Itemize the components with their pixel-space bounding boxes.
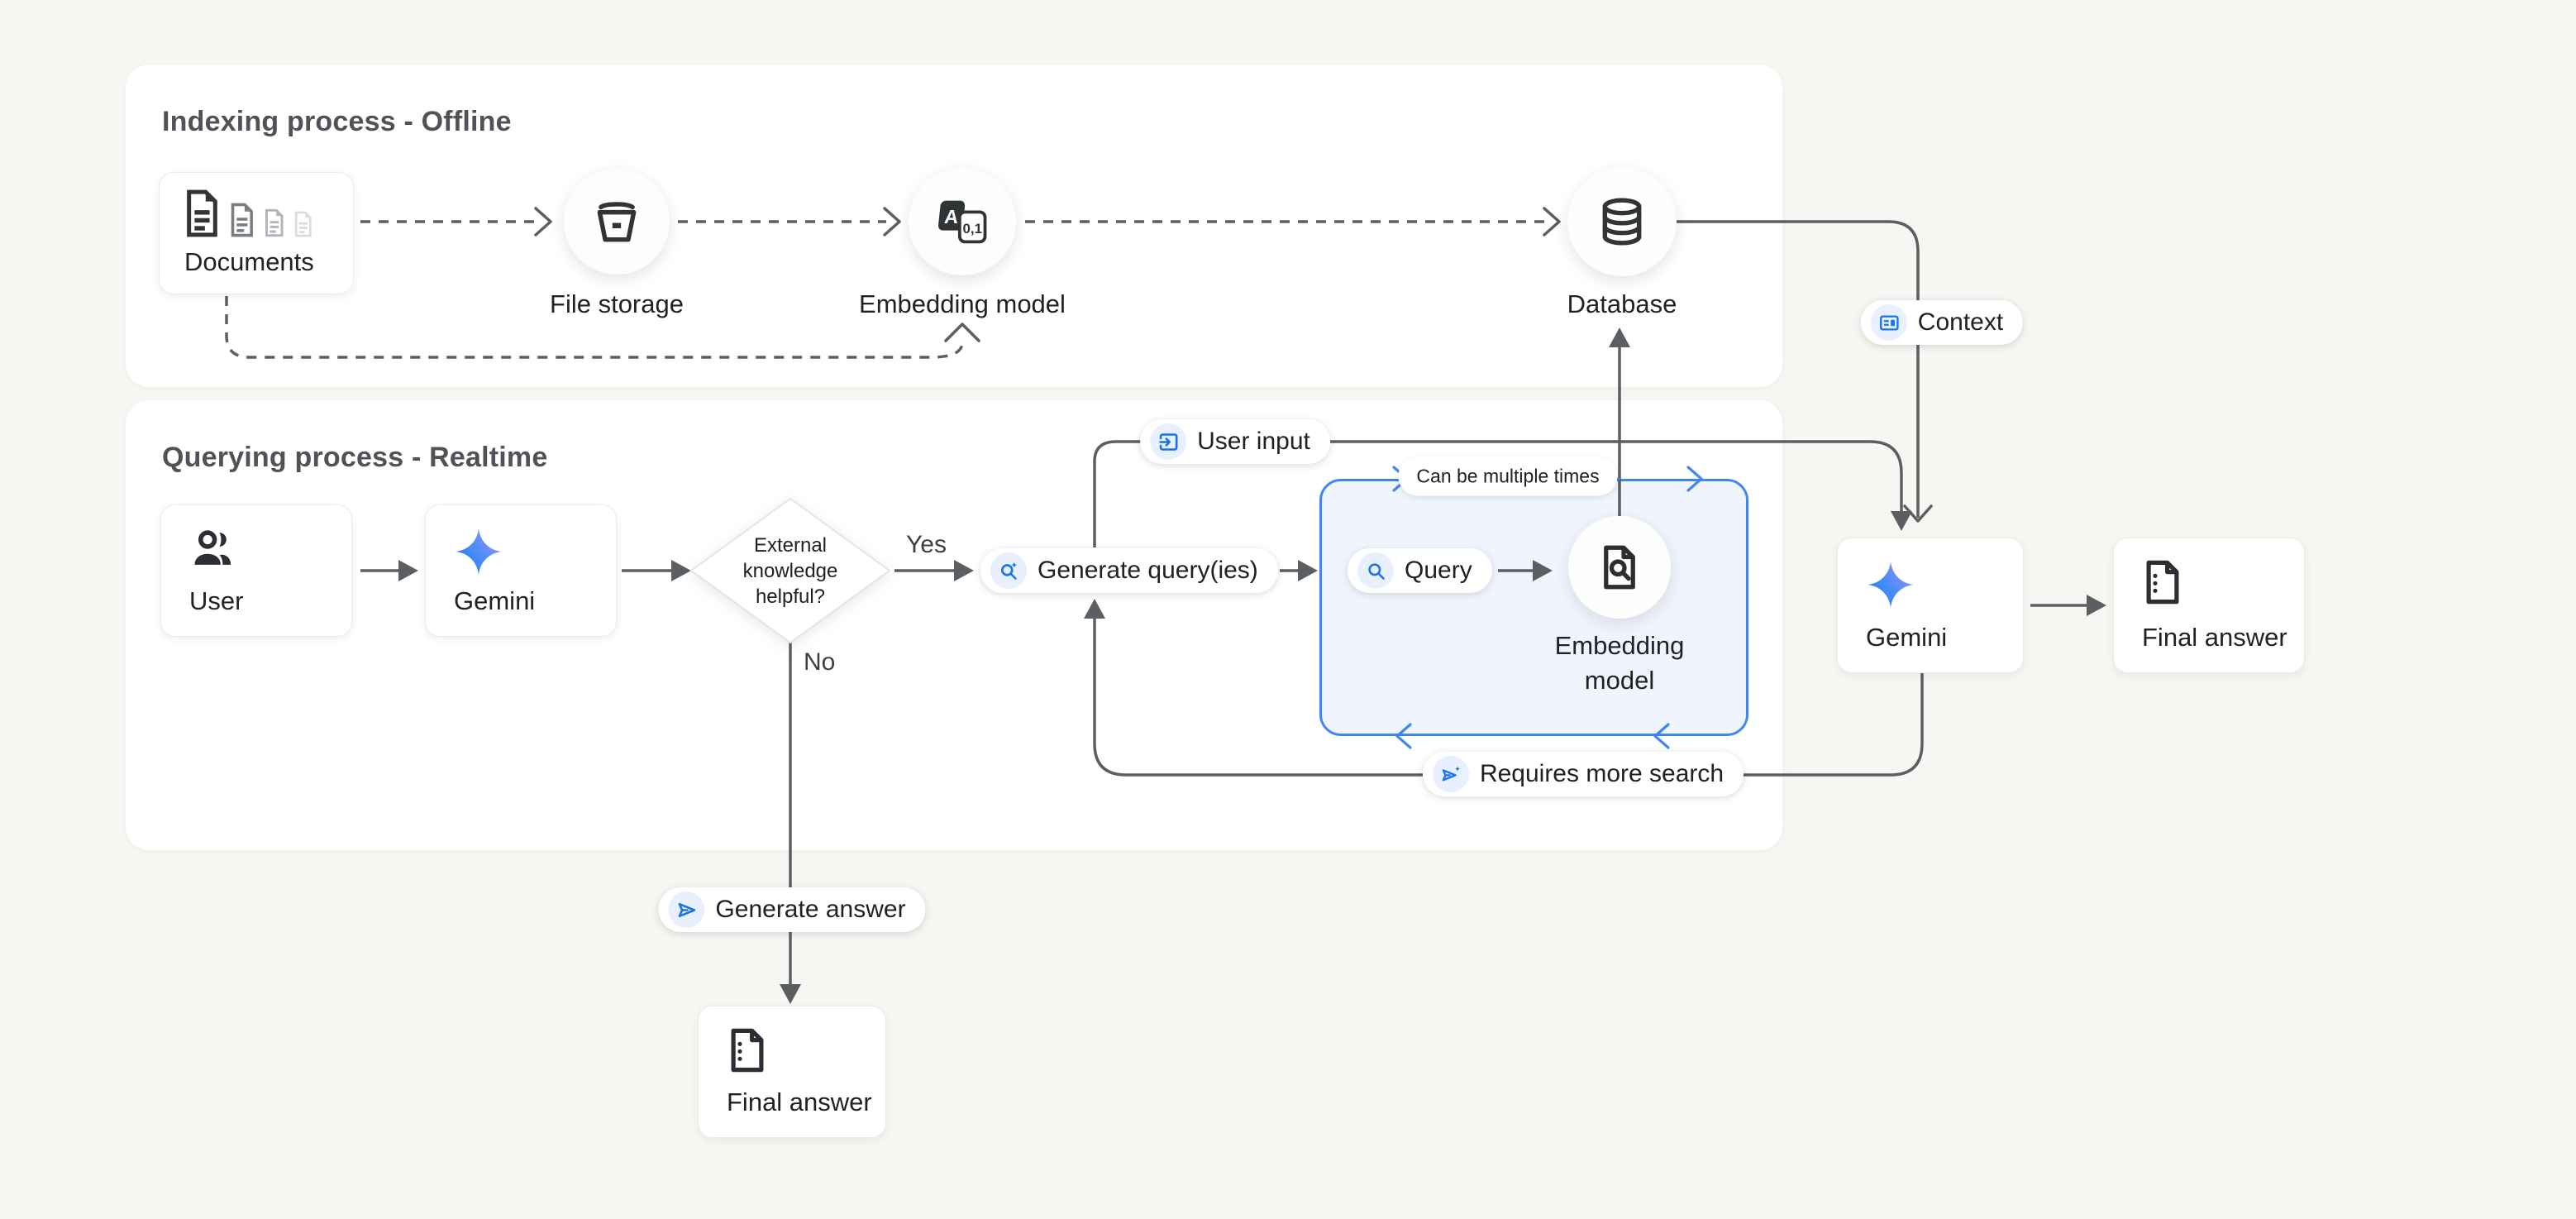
chevron-arrowheads [1905, 506, 1931, 521]
embedding-model-icon: A 0,1 [933, 196, 992, 247]
requires-more-search-label: Requires more search [1480, 760, 1724, 788]
gemini-icon [1866, 560, 1915, 614]
send-icon [668, 892, 704, 928]
loop-embedding-model-label: Embedding model [1541, 629, 1698, 698]
svg-text:A: A [943, 206, 960, 227]
documents-label: Documents [184, 247, 314, 277]
file-storage-node [564, 169, 670, 275]
final-answer-icon [727, 1028, 768, 1077]
final-answer-bottom-label: Final answer [727, 1088, 872, 1117]
user-icon [189, 527, 236, 574]
search-spark-icon [990, 552, 1027, 589]
documents-node: Documents [159, 172, 354, 294]
documents-icon [183, 189, 313, 237]
rag-architecture-diagram: Indexing process - Offline Querying proc… [0, 0, 2576, 1219]
requires-more-search-badge: Requires more search [1423, 752, 1744, 796]
generate-answer-label: Generate answer [715, 896, 905, 924]
can-be-multiple-times-label: Can be multiple times [1398, 457, 1617, 496]
no-label: No [804, 648, 835, 676]
gemini-node: Gemini [425, 504, 617, 637]
indexing-panel-title: Indexing process - Offline [162, 106, 512, 138]
decision-text: External knowledge helpful? [683, 492, 898, 649]
user-label: User [189, 586, 243, 616]
final-answer-right-node: Final answer [2113, 538, 2305, 673]
database-label: Database [1498, 289, 1746, 319]
user-input-badge-label: User input [1197, 428, 1310, 456]
final-answer-right-label: Final answer [2142, 623, 2287, 653]
search-icon [1357, 552, 1394, 589]
svg-text:0,1: 0,1 [963, 221, 983, 237]
user-node: User [160, 504, 352, 637]
generate-queries-label: Generate query(ies) [1038, 557, 1258, 585]
gemini-label: Gemini [454, 586, 535, 616]
gemini-final-label: Gemini [1866, 623, 1947, 653]
database-node [1567, 167, 1677, 276]
loop-embedding-model-node [1568, 516, 1671, 619]
database-icon [1596, 196, 1648, 247]
bucket-icon [591, 196, 642, 247]
file-storage-label: File storage [493, 289, 741, 319]
embedding-model-node: A 0,1 [909, 168, 1016, 275]
querying-panel-title: Querying process - Realtime [162, 442, 547, 474]
query-badge: Query [1348, 548, 1492, 593]
gemini-final-node: Gemini [1837, 538, 2024, 673]
send-spark-icon [1433, 756, 1469, 792]
document-search-icon [1595, 543, 1644, 592]
context-badge: Context [1861, 300, 2023, 345]
context-badge-label: Context [1918, 308, 2003, 337]
query-badge-label: Query [1405, 557, 1472, 585]
user-input-badge: User input [1140, 419, 1330, 464]
final-answer-bottom-node: Final answer [698, 1006, 886, 1138]
gemini-icon [454, 527, 503, 581]
generate-answer-badge: Generate answer [658, 887, 925, 932]
yes-label: Yes [906, 531, 947, 559]
context-icon [1871, 304, 1907, 341]
generate-queries-badge: Generate query(ies) [980, 548, 1278, 593]
decision-node: External knowledge helpful? [683, 492, 898, 649]
user-input-icon [1150, 423, 1186, 460]
embedding-model-label: Embedding model [797, 289, 1128, 319]
final-answer-icon [2142, 560, 2183, 609]
